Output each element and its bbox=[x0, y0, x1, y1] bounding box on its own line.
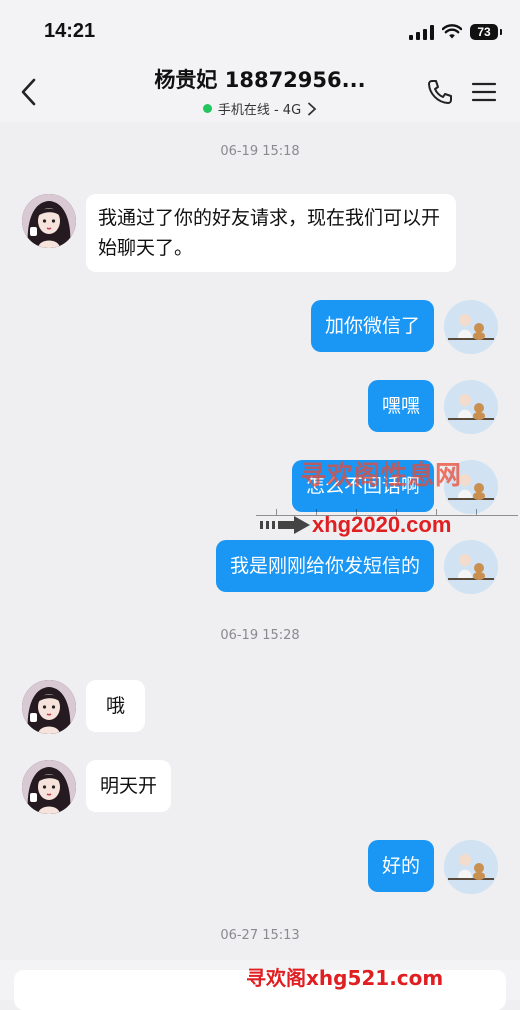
message-timestamp: 06-19 15:18 bbox=[220, 144, 300, 159]
girl-avatar-icon bbox=[22, 680, 76, 734]
online-dot-icon bbox=[202, 104, 212, 113]
contact-avatar[interactable] bbox=[22, 760, 76, 814]
received-message-bubble[interactable]: 我通过了你的好友请求，现在我们可以开始聊天了。 bbox=[86, 194, 456, 272]
watermark-text: 寻欢阁性息网 bbox=[300, 461, 463, 491]
sent-message-bubble[interactable]: 嘿嘿 bbox=[367, 380, 434, 432]
my-avatar[interactable] bbox=[444, 840, 498, 894]
watermark-url: xhg2020.com bbox=[312, 512, 452, 537]
my-avatar[interactable] bbox=[444, 540, 498, 594]
message-timestamp: 06-19 15:28 bbox=[220, 628, 300, 643]
girl-avatar-icon bbox=[22, 760, 76, 814]
contact-name: 杨贵妃 18872956... bbox=[154, 68, 366, 92]
arrow-right-icon bbox=[260, 516, 310, 534]
sent-message-bubble[interactable]: 我是刚刚给你发短信的 bbox=[215, 540, 434, 592]
status-icons: 73 bbox=[409, 20, 502, 44]
message-list[interactable]: 06-19 15:18 我通过了你的好友请求，现在我们可以开始聊天了。 加你微信… bbox=[0, 122, 520, 1000]
cellular-signal-icon bbox=[409, 24, 434, 40]
chevron-right-icon bbox=[308, 102, 317, 115]
baby-bear-avatar-icon bbox=[444, 840, 498, 894]
my-avatar[interactable] bbox=[444, 300, 498, 354]
header-title-group: 杨贵妃 18872956... 手机在线 - 4G bbox=[90, 64, 430, 118]
phone-call-icon[interactable] bbox=[426, 78, 454, 106]
wifi-icon bbox=[442, 24, 462, 39]
my-avatar[interactable] bbox=[444, 380, 498, 434]
battery-icon: 73 bbox=[470, 24, 502, 40]
sent-message-bubble[interactable]: 好的 bbox=[367, 840, 434, 892]
chat-header: 杨贵妃 18872956... 手机在线 - 4G bbox=[0, 60, 520, 122]
girl-avatar-icon bbox=[22, 194, 76, 248]
online-status-text: 手机在线 - 4G bbox=[217, 103, 302, 118]
baby-bear-avatar-icon bbox=[444, 300, 498, 354]
received-message-bubble[interactable]: 明天开 bbox=[86, 760, 172, 812]
received-message-bubble[interactable]: 哦 bbox=[86, 680, 146, 732]
message-timestamp: 06-27 15:13 bbox=[220, 928, 300, 943]
status-bar: 14:21 73 bbox=[0, 0, 520, 60]
contact-avatar[interactable] bbox=[22, 680, 76, 734]
online-status[interactable]: 手机在线 - 4G bbox=[202, 99, 317, 118]
sent-message-bubble[interactable]: 加你微信了 bbox=[310, 300, 434, 352]
status-time: 14:21 bbox=[44, 20, 96, 42]
watermark-footer: 寻欢阁xhg521.com bbox=[246, 966, 444, 990]
contact-avatar[interactable] bbox=[22, 194, 76, 248]
baby-bear-avatar-icon bbox=[444, 380, 498, 434]
back-arrow-icon[interactable] bbox=[14, 76, 46, 108]
baby-bear-avatar-icon bbox=[444, 540, 498, 594]
menu-icon[interactable] bbox=[470, 78, 498, 106]
